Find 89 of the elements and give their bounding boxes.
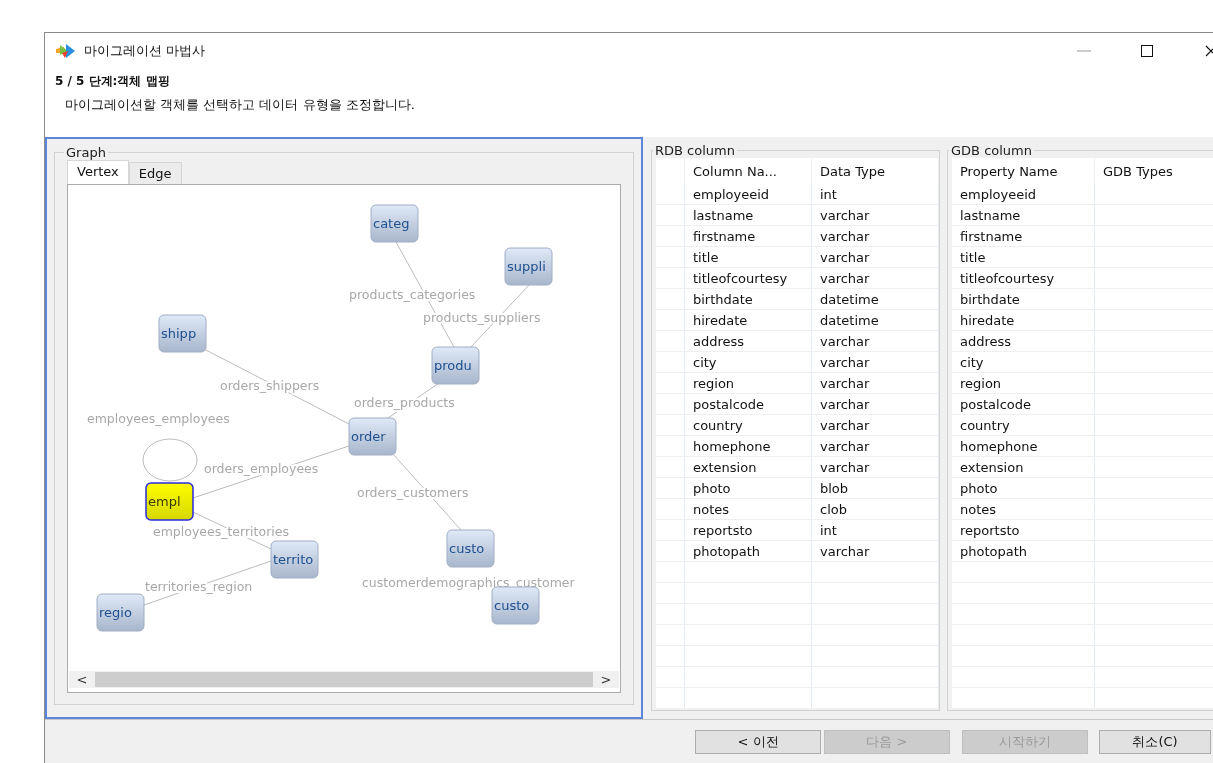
wizard-button[interactable]: 취소(C) bbox=[1099, 729, 1211, 754]
table-cell: titleofcourtesy bbox=[684, 267, 812, 289]
table-cell: photo bbox=[684, 477, 812, 499]
table-cell: region bbox=[952, 372, 1095, 394]
window-title: 마이그레이션 마법사 bbox=[84, 42, 206, 60]
table-cell: birthdate bbox=[952, 288, 1095, 310]
table-cell: address bbox=[952, 330, 1095, 352]
table-cell: employeeid bbox=[684, 184, 812, 205]
group-label: RDB column bbox=[654, 143, 736, 158]
table-cell: datetime bbox=[811, 288, 939, 310]
table-node[interactable]: empl bbox=[145, 482, 194, 521]
table-cell: title bbox=[952, 246, 1095, 268]
table-node[interactable]: regio bbox=[96, 593, 145, 632]
table-cell: country bbox=[952, 414, 1095, 436]
table-cell: reportsto bbox=[952, 519, 1095, 541]
table-cell: extension bbox=[684, 456, 812, 478]
table-cell: notes bbox=[684, 498, 812, 520]
table-cell: postalcode bbox=[684, 393, 812, 415]
table-cell: postalcode bbox=[952, 393, 1095, 415]
step-description: 마이그레이션할 객체를 선택하고 데이터 유형을 조정합니다. bbox=[64, 96, 416, 114]
table-cell: birthdate bbox=[684, 288, 812, 310]
edge-label: employees_territories bbox=[153, 524, 289, 539]
table-cell: varchar bbox=[811, 393, 939, 415]
table-cell: varchar bbox=[811, 351, 939, 373]
table-cell: lastname bbox=[684, 204, 812, 226]
table-cell: reportsto bbox=[684, 519, 812, 541]
table-cell: city bbox=[952, 351, 1095, 373]
column-header[interactable]: Column Na... bbox=[684, 158, 812, 184]
group-label: Graph bbox=[65, 145, 107, 160]
table-node[interactable]: custo bbox=[446, 529, 495, 568]
table-cell: varchar bbox=[811, 246, 939, 268]
table-cell: hiredate bbox=[952, 309, 1095, 331]
table-cell: photopath bbox=[952, 540, 1095, 562]
table-cell: employeeid bbox=[952, 184, 1095, 205]
table-cell: photopath bbox=[684, 540, 812, 562]
edge-label: orders_customers bbox=[357, 485, 469, 500]
edge-label: products_suppliers bbox=[423, 310, 541, 325]
table-cell: firstname bbox=[684, 225, 812, 247]
table-cell: varchar bbox=[811, 372, 939, 394]
table-cell: photo bbox=[952, 477, 1095, 499]
table-cell: lastname bbox=[952, 204, 1095, 226]
table-cell: varchar bbox=[811, 540, 939, 562]
table-cell: homephone bbox=[684, 435, 812, 457]
table-cell: datetime bbox=[811, 309, 939, 331]
table-node[interactable]: produ bbox=[431, 346, 480, 385]
tab[interactable]: Vertex bbox=[67, 160, 129, 184]
loop-edge bbox=[142, 438, 198, 482]
table-node[interactable]: order bbox=[348, 417, 397, 456]
scroll-left-button[interactable]: < bbox=[69, 672, 95, 687]
edge-label: employees_employees bbox=[87, 411, 230, 426]
table-cell: extension bbox=[952, 456, 1095, 478]
group-label: GDB column bbox=[950, 143, 1033, 158]
table-cell: clob bbox=[811, 498, 939, 520]
table-node[interactable]: suppli bbox=[504, 247, 553, 286]
table-cell: titleofcourtesy bbox=[952, 267, 1095, 289]
table-node[interactable]: custo bbox=[491, 586, 540, 625]
scroll-right-button[interactable]: > bbox=[593, 672, 619, 687]
table-cell: varchar bbox=[811, 225, 939, 247]
table-cell: varchar bbox=[811, 330, 939, 352]
tab[interactable]: Edge bbox=[128, 162, 182, 184]
table-cell: varchar bbox=[811, 414, 939, 436]
wizard-button[interactable]: < 이전 bbox=[695, 729, 821, 754]
table-cell: varchar bbox=[811, 435, 939, 457]
table-cell: city bbox=[684, 351, 812, 373]
table-cell: region bbox=[684, 372, 812, 394]
table-cell: address bbox=[684, 330, 812, 352]
close-icon[interactable] bbox=[1205, 45, 1213, 57]
column-header[interactable]: Data Type bbox=[811, 158, 939, 184]
table-cell: blob bbox=[811, 477, 939, 499]
table-cell: country bbox=[684, 414, 812, 436]
table-cell: int bbox=[811, 184, 939, 205]
table-node[interactable]: shipp bbox=[158, 314, 207, 353]
table-cell: varchar bbox=[811, 204, 939, 226]
table-cell: int bbox=[811, 519, 939, 541]
edge-label: orders_products bbox=[354, 395, 455, 410]
table-cell: hiredate bbox=[684, 309, 812, 331]
maximize-icon[interactable] bbox=[1141, 45, 1153, 57]
table-node[interactable]: territo bbox=[270, 540, 319, 579]
table-cell: varchar bbox=[811, 267, 939, 289]
table-node[interactable]: categ bbox=[370, 204, 419, 243]
step-title: 5 / 5 단계:객체 맵핑 bbox=[55, 73, 171, 90]
table-cell: varchar bbox=[811, 456, 939, 478]
table-cell: homephone bbox=[952, 435, 1095, 457]
table-cell: notes bbox=[952, 498, 1095, 520]
edge-label: products_categories bbox=[349, 287, 476, 302]
app-logo-icon bbox=[56, 43, 76, 59]
scrollbar-thumb[interactable] bbox=[95, 672, 593, 687]
table-cell: title bbox=[684, 246, 812, 268]
table-cell: firstname bbox=[952, 225, 1095, 247]
